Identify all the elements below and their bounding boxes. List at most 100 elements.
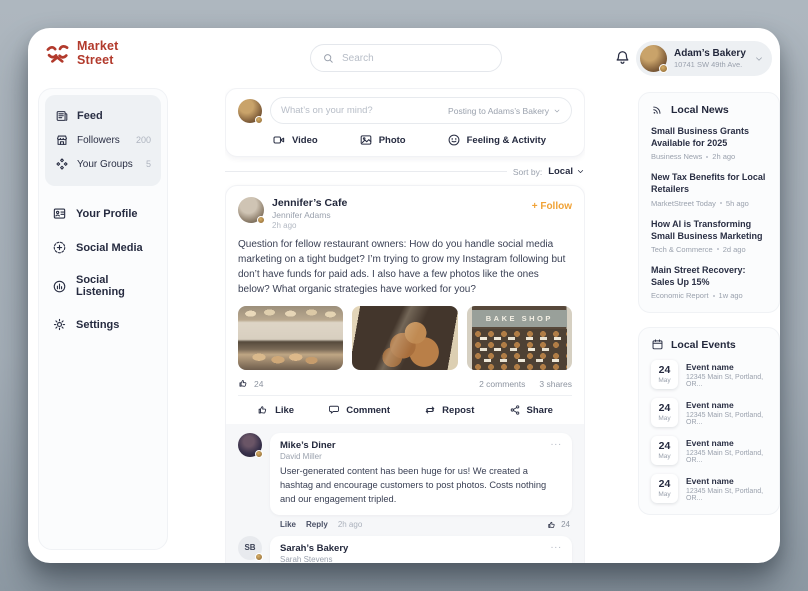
local-news-panel: Local News Small Business Grants Availab… — [638, 92, 780, 313]
brand-logo[interactable]: Market Street — [44, 40, 119, 67]
sidebar-item-label: Social Listening — [76, 274, 154, 298]
share-button[interactable]: Share — [509, 404, 553, 416]
like-button[interactable]: Like — [257, 404, 294, 416]
chevron-down-icon — [754, 54, 764, 64]
sidebar-item-label: Feed — [77, 110, 151, 122]
post-photo-bakery-kitchen[interactable] — [238, 306, 343, 370]
news-item[interactable]: How AI is Transforming Small Business Ma… — [651, 218, 767, 254]
comment-business-name: Sarah’s Bakery — [280, 543, 348, 554]
divider — [225, 171, 507, 172]
comment-menu-button[interactable]: ... — [551, 440, 562, 446]
posting-to-dropdown[interactable]: Posting to Adams’s Bakery — [448, 106, 561, 116]
feed-column: What’s on your mind? Posting to Adams’s … — [225, 88, 585, 563]
comments-section: Mike’s Diner David Miller ... User-gener… — [226, 424, 584, 563]
account-address: 10741 SW 49th Ave. — [674, 60, 747, 69]
gear-icon — [52, 317, 67, 332]
like-count: 24 — [238, 378, 263, 389]
followers-count: 200 — [136, 135, 151, 145]
account-switcher[interactable]: Adam’s Bakery 10741 SW 49th Ave. — [636, 41, 772, 76]
follow-button[interactable]: + Follow — [532, 197, 572, 212]
video-button[interactable]: Video — [272, 133, 318, 147]
thumbs-up-icon — [257, 404, 269, 416]
sidebar-item-label: Your Groups — [77, 159, 138, 170]
sidebar-item-followers[interactable]: Followers 200 — [55, 128, 151, 152]
avatar — [640, 45, 667, 72]
search-icon — [322, 52, 335, 65]
smiley-icon — [447, 133, 461, 147]
shares-count: 3 shares — [539, 379, 572, 389]
photo-button[interactable]: Photo — [359, 133, 406, 147]
comment-button[interactable]: Comment — [328, 404, 390, 416]
sort-row: Sort by: Local — [225, 166, 585, 177]
panel-title: Local News — [671, 104, 729, 116]
comment-like-count: 24 — [547, 520, 570, 530]
news-item[interactable]: Main Street Recovery: Sales Up 15% Econo… — [651, 264, 767, 300]
post-actions: Like Comment Repost — [238, 396, 572, 424]
comment-mikes-diner: Mike’s Diner David Miller ... User-gener… — [238, 433, 572, 532]
event-date-chip: 24May — [651, 398, 678, 427]
account-name: Adam’s Bakery — [674, 48, 747, 61]
post-time: 2h ago — [272, 221, 524, 230]
repost-arrows-icon — [424, 404, 436, 416]
sidebar-item-feed[interactable]: Feed — [55, 104, 151, 128]
event-row[interactable]: 24May Event name 12345 Main St, Portland… — [651, 436, 767, 465]
sidebar-item-social-media[interactable]: Social Media — [52, 240, 154, 255]
panel-title: Local Events — [671, 339, 736, 351]
share-nodes-icon — [509, 404, 521, 416]
comment-author: Sarah Stevens — [280, 555, 348, 563]
event-date-chip: 24May — [651, 360, 678, 389]
post-author: Jennifer Adams — [272, 210, 524, 220]
sidebar-item-label: Settings — [76, 319, 119, 331]
sidebar-item-social-listening[interactable]: Social Listening — [52, 274, 154, 298]
sidebar-item-your-profile[interactable]: Your Profile — [52, 206, 154, 221]
groups-count: 5 — [146, 159, 151, 169]
post-stats-row: 24 2 comments 3 shares — [238, 378, 572, 389]
comment-reply-button[interactable]: Reply — [306, 520, 328, 529]
post-photo-bake-shop-storefront[interactable]: BAKE SHOP — [467, 306, 572, 370]
sidebar-item-label: Followers — [77, 135, 128, 146]
post-composer: What’s on your mind? Posting to Adams’s … — [225, 88, 585, 157]
comment-text: User-generated content has been huge for… — [280, 465, 562, 507]
app-window: Market Street Adam’s Bakery 10741 SW 49t… — [28, 28, 780, 563]
comments-count[interactable]: 2 comments — [479, 379, 525, 389]
comment-menu-button[interactable]: ... — [551, 543, 562, 549]
comment-bubble-icon — [328, 404, 340, 416]
post-photo-bread-display[interactable] — [352, 306, 457, 370]
comment-business-name: Mike’s Diner — [280, 440, 336, 451]
comment-time: 2h ago — [338, 520, 362, 529]
bake-shop-sign: BAKE SHOP — [472, 310, 567, 327]
profile-card-icon — [52, 206, 67, 221]
sort-label: Sort by: — [513, 167, 542, 177]
analytics-gauge-icon — [52, 279, 67, 294]
photo-icon — [359, 133, 373, 147]
feed-icon — [55, 109, 69, 123]
left-sidebar: Feed Followers 200 Your Groups 5 — [38, 88, 168, 550]
sort-dropdown[interactable]: Local — [548, 166, 585, 177]
event-row[interactable]: 24May Event name 12345 Main St, Portland… — [651, 398, 767, 427]
news-item[interactable]: Small Business Grants Available for 2025… — [651, 125, 767, 161]
event-date-chip: 24May — [651, 474, 678, 503]
market-street-logo-icon — [44, 40, 71, 67]
notifications-button[interactable] — [614, 49, 631, 66]
top-bar: Market Street Adam’s Bakery 10741 SW 49t… — [28, 28, 780, 88]
storefront-icon — [55, 133, 69, 147]
post-business-name: Jennifer’s Cafe — [272, 197, 524, 209]
comment-sarahs-bakery: SB Sarah’s Bakery Sarah Stevens ... — [238, 536, 572, 563]
shelf-art — [472, 329, 567, 370]
plus-circle-icon — [52, 240, 67, 255]
avatar — [238, 197, 264, 223]
feeling-activity-button[interactable]: Feeling & Activity — [447, 133, 546, 147]
news-item[interactable]: New Tax Benefits for Local Retailers Mar… — [651, 171, 767, 207]
sidebar-item-label: Social Media — [76, 242, 143, 254]
event-row[interactable]: 24May Event name 12345 Main St, Portland… — [651, 474, 767, 503]
comment-like-button[interactable]: Like — [280, 520, 296, 529]
avatar: SB — [238, 536, 262, 560]
sidebar-item-label: Your Profile — [76, 208, 138, 220]
sidebar-item-your-groups[interactable]: Your Groups 5 — [55, 152, 151, 176]
repost-button[interactable]: Repost — [424, 404, 474, 416]
right-sidebar: Local News Small Business Grants Availab… — [638, 92, 780, 515]
sidebar-item-settings[interactable]: Settings — [52, 317, 154, 332]
search-input[interactable] — [342, 53, 490, 64]
event-row[interactable]: 24May Event name 12345 Main St, Portland… — [651, 360, 767, 389]
composer-input[interactable]: What’s on your mind? Posting to Adams’s … — [270, 97, 572, 124]
